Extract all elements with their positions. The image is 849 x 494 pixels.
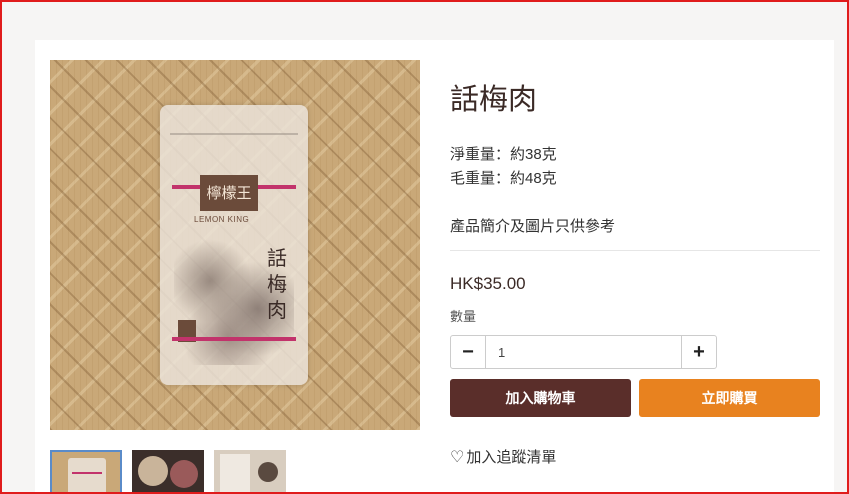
- thumbnail-2[interactable]: [132, 450, 204, 494]
- quantity-label: 數量: [450, 309, 477, 324]
- product-package: 檸檬王 LEMON KING 話梅肉: [160, 105, 308, 385]
- divider: [450, 250, 820, 251]
- thumbnail-3[interactable]: [214, 450, 286, 494]
- quantity-decrease-button[interactable]: −: [450, 335, 486, 369]
- product-title: 話梅肉: [450, 82, 538, 116]
- thumbnail-1[interactable]: [50, 450, 122, 494]
- quantity-input[interactable]: [486, 335, 681, 369]
- product-note: 產品簡介及圖片只供參考: [450, 218, 616, 235]
- quantity-increase-button[interactable]: +: [681, 335, 717, 369]
- package-stripe-bottom: [172, 337, 296, 341]
- product-card: 檸檬王 LEMON KING 話梅肉 話梅肉 淨重量：約38克 毛重量：約48克…: [35, 40, 834, 494]
- package-zip: [170, 133, 298, 135]
- wishlist-label: 加入追蹤清單: [466, 449, 557, 466]
- quantity-stepper: − +: [450, 335, 718, 369]
- product-main-image[interactable]: 檸檬王 LEMON KING 話梅肉: [50, 60, 420, 430]
- buy-now-button[interactable]: 立即購買: [639, 379, 820, 417]
- package-product-name: 話梅肉: [267, 246, 287, 322]
- net-weight: 淨重量：約38克: [450, 146, 557, 163]
- package-brand-en: LEMON KING: [194, 215, 250, 224]
- add-to-wishlist-link[interactable]: ♡ 加入追蹤清單: [450, 446, 556, 467]
- add-to-cart-button[interactable]: 加入購物車: [450, 379, 631, 417]
- gross-weight: 毛重量：約48克: [450, 170, 557, 187]
- heart-outline-icon: ♡: [450, 449, 465, 466]
- package-brand-logo: 檸檬王: [200, 175, 258, 211]
- product-price: HK$35.00: [450, 274, 526, 293]
